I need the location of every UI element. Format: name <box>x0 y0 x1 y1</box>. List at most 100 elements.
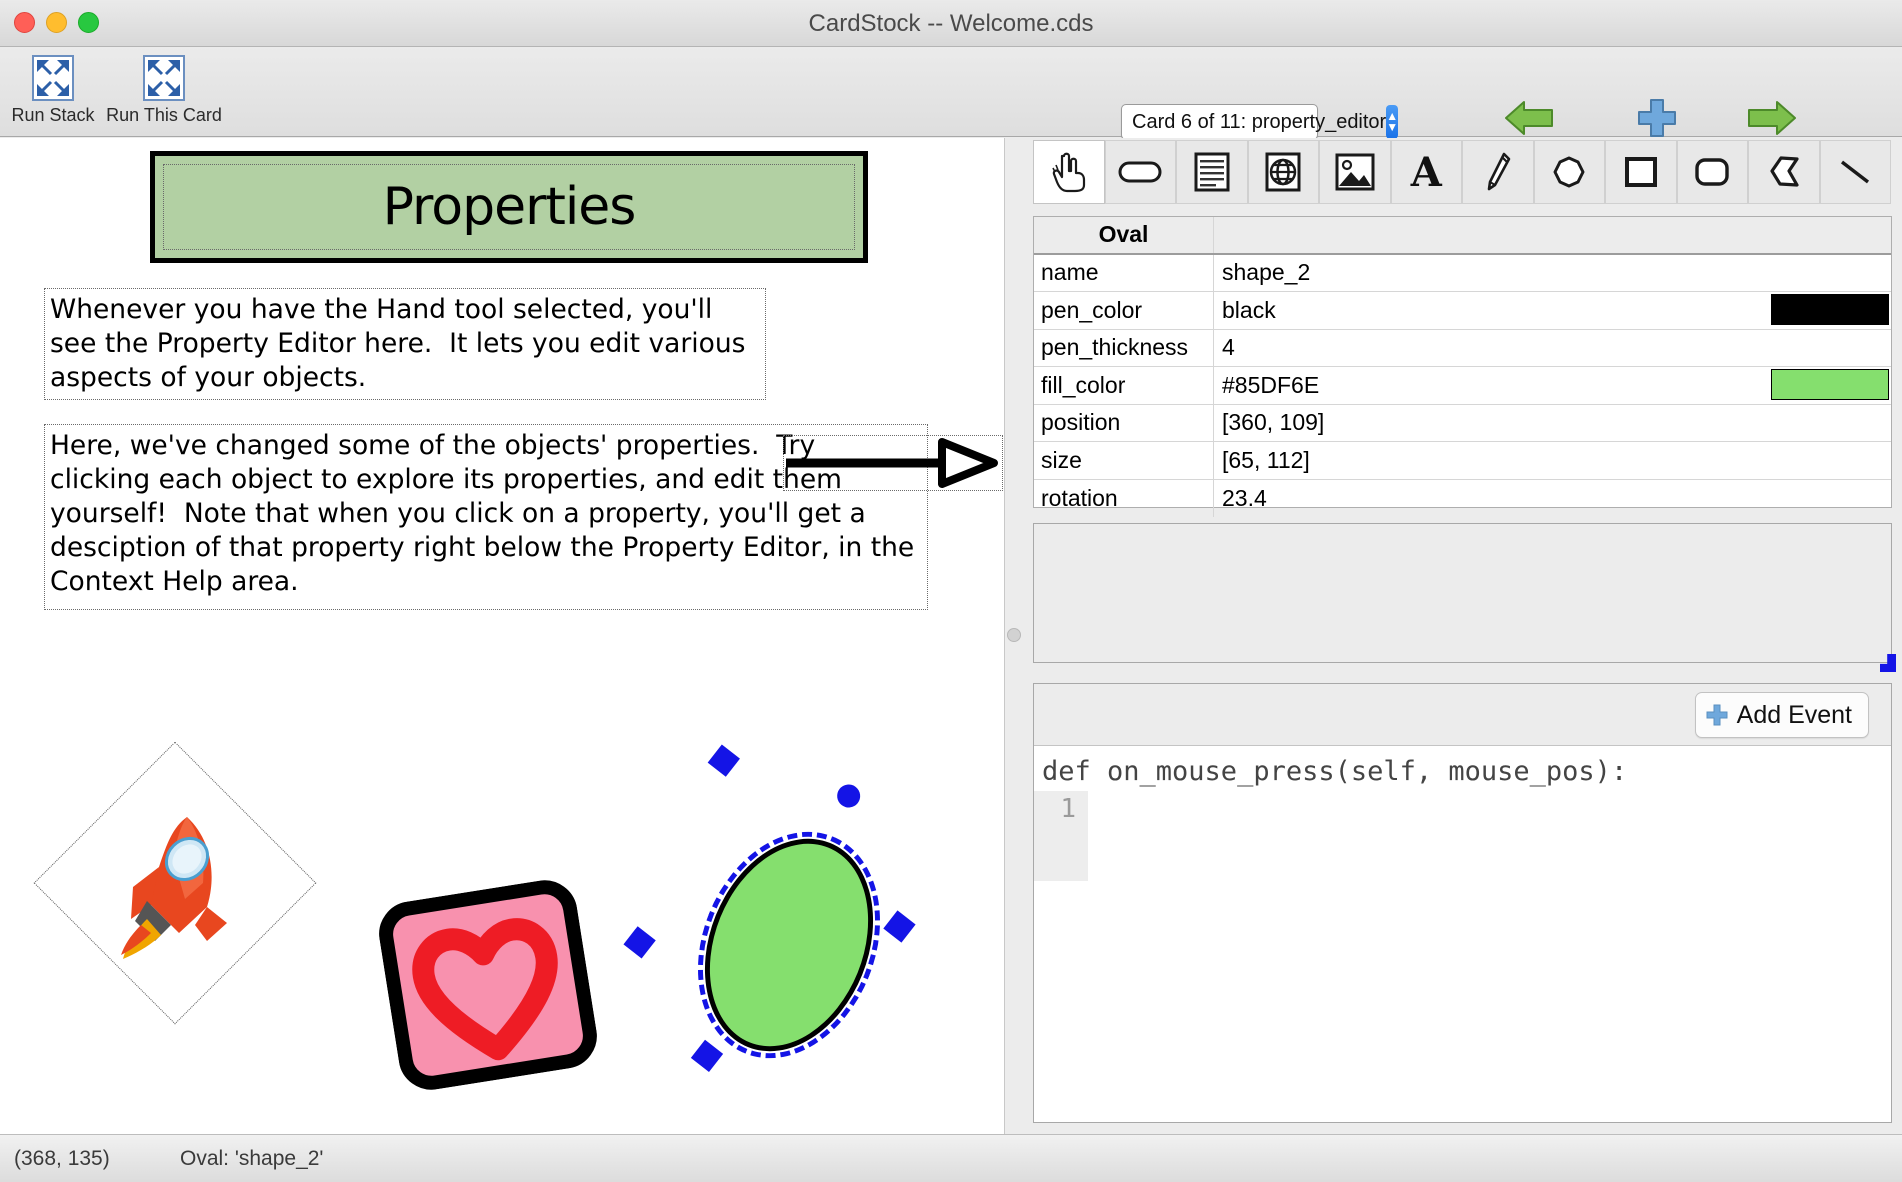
property-key: rotation <box>1034 479 1214 517</box>
property-table-object-type: Oval <box>1034 217 1214 253</box>
cursor-coordinates: (368, 135) <box>14 1146 110 1170</box>
code-text-area[interactable] <box>1088 791 1891 1101</box>
event-function-signature: def on_mouse_press(self, mouse_pos): <box>1042 756 1628 787</box>
property-value[interactable]: #85DF6E <box>1214 367 1891 404</box>
card-title-selection-outline: Properties <box>163 164 855 250</box>
status-bar: (368, 135) Oval: 'shape_2' <box>0 1134 1902 1182</box>
rotate-handle[interactable] <box>832 779 865 813</box>
table-row[interactable]: rotation 23.4 <box>1034 479 1891 518</box>
table-row[interactable]: name shape_2 <box>1034 254 1891 292</box>
globe-icon <box>1265 152 1301 192</box>
property-key: position <box>1034 404 1214 441</box>
code-editor-body[interactable]: 1 <box>1034 791 1891 1101</box>
arrow-right-icon <box>786 438 998 488</box>
hand-icon <box>1052 152 1085 193</box>
intro-text-object[interactable]: Whenever you have the Hand tool selected… <box>44 288 766 400</box>
webview-tool-button[interactable] <box>1247 140 1319 204</box>
add-event-button[interactable]: Add Event <box>1694 692 1869 738</box>
pen-color-swatch[interactable] <box>1771 294 1889 325</box>
window-title: CardStock -- Welcome.cds <box>808 10 1094 37</box>
fill-color-swatch[interactable] <box>1771 369 1889 400</box>
add-event-label: Add Event <box>1736 700 1852 729</box>
code-editor-header: Add Event <box>1034 684 1891 746</box>
card-selector-value: Card 6 of 11: property_editor <box>1132 110 1387 133</box>
roundrect-tool-button[interactable] <box>1676 140 1748 204</box>
pen-tool-button[interactable] <box>1462 140 1534 204</box>
resize-handle-bottom-left[interactable] <box>623 926 656 959</box>
run-stack-button[interactable]: Run Stack <box>0 51 113 126</box>
property-value[interactable]: [360, 109] <box>1214 405 1891 442</box>
button-tool-button[interactable] <box>1104 140 1176 204</box>
expand-arrows-icon <box>0 51 113 103</box>
panel-splitter[interactable] <box>1005 138 1023 1134</box>
run-stack-label: Run Stack <box>11 105 95 125</box>
code-editor-panel[interactable]: Add Event def on_mouse_press(self, mouse… <box>1033 683 1892 1123</box>
plus-icon <box>1601 96 1713 144</box>
tool-palette: A <box>1033 140 1893 206</box>
textfield-tool-button[interactable] <box>1176 140 1248 204</box>
property-value[interactable]: 23.4 <box>1214 480 1891 518</box>
heart-icon <box>379 880 597 1090</box>
code-line-numbers: 1 <box>1034 791 1088 881</box>
property-table-header: Oval <box>1034 217 1891 255</box>
resize-handle-top-right[interactable] <box>883 910 916 943</box>
heart-card-object[interactable] <box>374 876 601 1095</box>
property-key: pen_thickness <box>1034 329 1214 366</box>
cardstock-window: CardStock -- Welcome.cds Run Stack Run T… <box>0 0 1902 1182</box>
resize-handle-bottom-right[interactable] <box>690 1039 724 1072</box>
table-row[interactable]: position [360, 109] <box>1034 404 1891 442</box>
title-bar: CardStock -- Welcome.cds <box>0 0 1902 47</box>
selected-object-status: Oval: 'shape_2' <box>180 1146 324 1170</box>
rounded-rectangle-icon <box>1695 158 1729 186</box>
rectangle-icon <box>1624 157 1657 187</box>
property-editor-table[interactable]: Oval name shape_2 pen_color black pen_th… <box>1033 216 1892 517</box>
rounded-button-icon <box>1118 161 1162 183</box>
property-value[interactable]: shape_2 <box>1214 255 1891 292</box>
plus-icon <box>1706 704 1728 726</box>
pointer-arrow-object[interactable] <box>783 435 1003 491</box>
property-value-text: black <box>1222 296 1276 323</box>
table-row[interactable]: fill_color #85DF6E <box>1034 367 1891 405</box>
property-value-text: #85DF6E <box>1222 371 1320 398</box>
polygon-tool-button[interactable] <box>1748 140 1820 204</box>
main-toolbar: Run Stack Run This Card Card 6 of 11: pr… <box>0 47 1902 185</box>
rocket-image-object[interactable] <box>33 741 317 1025</box>
pencil-icon <box>1487 152 1511 191</box>
line-icon <box>1841 160 1870 184</box>
rocket-icon <box>120 817 227 959</box>
page-title: Properties <box>382 177 637 237</box>
polygon-icon <box>1770 156 1799 187</box>
resize-handle-top-left[interactable] <box>707 744 740 777</box>
property-value[interactable]: 4 <box>1214 330 1891 367</box>
table-row[interactable]: pen_thickness 4 <box>1034 329 1891 367</box>
right-arrow-icon <box>1715 96 1827 144</box>
image-icon <box>1335 153 1375 191</box>
letter-a-icon: A <box>1410 148 1442 196</box>
image-tool-button[interactable] <box>1319 140 1391 204</box>
property-key: pen_color <box>1034 292 1214 329</box>
card-selector[interactable]: Card 6 of 11: property_editor ▲ ▼ <box>1121 104 1399 140</box>
splitter-grip-icon[interactable] <box>1007 628 1021 642</box>
property-value[interactable]: [65, 112] <box>1214 442 1891 479</box>
oval-tool-button[interactable] <box>1533 140 1605 204</box>
card-title-object[interactable]: Properties <box>150 151 868 263</box>
textlabel-tool-button[interactable]: A <box>1390 140 1462 204</box>
editor-panel: A Oval name shape_2 pen_color black pen_… <box>1023 138 1902 1134</box>
property-key: size <box>1034 442 1214 479</box>
property-value[interactable]: black <box>1214 292 1891 329</box>
property-table-value-header <box>1214 217 1891 253</box>
table-row[interactable]: pen_color black <box>1034 292 1891 330</box>
card-canvas[interactable]: Properties Whenever you have the Hand to… <box>0 138 1005 1134</box>
line-tool-button[interactable] <box>1819 140 1891 204</box>
oval-shape-object[interactable] <box>623 744 916 1086</box>
textfield-icon <box>1194 152 1230 192</box>
chevron-down-icon: ▼ <box>1386 120 1399 134</box>
left-arrow-icon <box>1474 96 1586 144</box>
run-this-card-button[interactable]: Run This Card <box>104 51 224 126</box>
card-selector-stepper-icon[interactable]: ▲ ▼ <box>1386 105 1399 139</box>
hand-tool-button[interactable] <box>1033 140 1105 204</box>
rect-tool-button[interactable] <box>1605 140 1677 204</box>
table-row[interactable]: size [65, 112] <box>1034 442 1891 480</box>
expand-arrows-icon <box>104 51 224 103</box>
property-key: name <box>1034 254 1214 291</box>
